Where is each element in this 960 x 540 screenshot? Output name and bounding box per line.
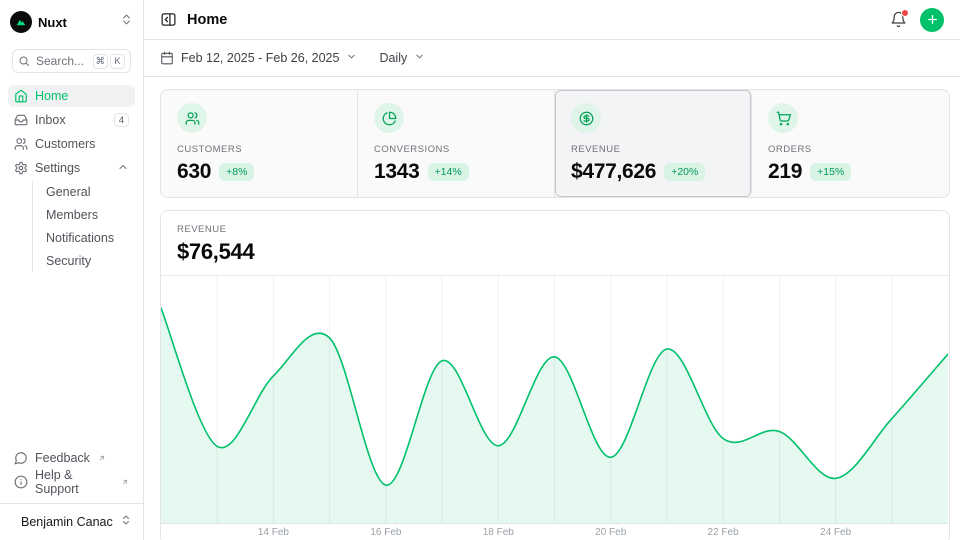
stat-delta-badge: +20%: [664, 163, 705, 181]
chevron-down-icon: [346, 51, 357, 65]
sidebar-nav: Home Inbox 4 Customers Settings: [8, 85, 135, 273]
users-icon: [14, 137, 28, 151]
sidebar-footer-links: Feedback Help & Support: [8, 447, 135, 495]
kbd-cmd: ⌘: [93, 54, 109, 69]
revenue-chart-card: REVENUE $76,544 14 Feb 16 Feb 18 Feb 20 Feb…: [160, 210, 950, 540]
stat-delta-badge: +14%: [428, 163, 469, 181]
info-circle-icon: [14, 475, 28, 489]
home-icon: [14, 89, 28, 103]
chevron-up-down-icon: [120, 13, 133, 31]
stat-card-orders[interactable]: ORDERS 219 +15%: [752, 90, 949, 197]
date-range-picker[interactable]: Feb 12, 2025 - Feb 26, 2025: [160, 51, 357, 65]
svg-text:16 Feb: 16 Feb: [370, 527, 402, 538]
workspace-name: Nuxt: [38, 15, 67, 30]
subnav-label: General: [46, 185, 90, 199]
notifications-button[interactable]: [890, 11, 907, 28]
stat-value: 630: [177, 160, 211, 184]
sidebar: Nuxt Search... ⌘ K Home: [0, 0, 144, 540]
sidebar-item-home[interactable]: Home: [8, 85, 135, 107]
add-button[interactable]: [920, 8, 944, 32]
gear-icon: [14, 161, 28, 175]
sidebar-item-label: Customers: [35, 137, 95, 151]
user-menu[interactable]: Benjamin Canac: [8, 510, 135, 534]
calendar-icon: [160, 51, 174, 65]
page-title: Home: [187, 12, 227, 28]
stat-card-customers[interactable]: CUSTOMERS 630 +8%: [161, 90, 358, 197]
sidebar-item-settings[interactable]: Settings: [8, 157, 135, 179]
users-icon: [177, 103, 207, 133]
dashboard-content: CUSTOMERS 630 +8% CONVERSIONS 1343 +14%: [144, 77, 960, 540]
stat-label: REVENUE: [571, 144, 735, 155]
pie-chart-icon: [374, 103, 404, 133]
stat-label: CONVERSIONS: [374, 144, 538, 155]
svg-text:24 Feb: 24 Feb: [820, 527, 852, 538]
granularity-value: Daily: [379, 51, 407, 65]
inbox-icon: [14, 113, 28, 127]
subnav-label: Security: [46, 254, 91, 268]
external-link-icon: [98, 451, 106, 465]
search-kbd-shortcut: ⌘ K: [93, 54, 126, 69]
main-panel: Home Feb 12, 2025 - Feb 26, 2025: [144, 0, 960, 540]
external-link-icon: [121, 475, 129, 489]
help-support-link[interactable]: Help & Support: [8, 471, 135, 493]
settings-subnav: General Members Notifications Security: [32, 181, 127, 272]
stat-value: $477,626: [571, 160, 656, 184]
dollar-circle-icon: [571, 103, 601, 133]
svg-text:18 Feb: 18 Feb: [483, 527, 515, 538]
sidebar-item-security[interactable]: Security: [33, 250, 127, 272]
stat-delta-badge: +8%: [219, 163, 254, 181]
stats-grid: CUSTOMERS 630 +8% CONVERSIONS 1343 +14%: [160, 89, 950, 198]
granularity-select[interactable]: Daily: [379, 51, 425, 65]
sidebar-item-inbox[interactable]: Inbox 4: [8, 109, 135, 131]
chat-bubble-icon: [14, 451, 28, 465]
app-window: Nuxt Search... ⌘ K Home: [0, 0, 960, 540]
stat-value: 219: [768, 160, 802, 184]
plus-icon: [926, 13, 939, 26]
search-placeholder: Search...: [36, 54, 84, 68]
sidebar-item-notifications[interactable]: Notifications: [33, 227, 127, 249]
topbar: Home: [144, 0, 960, 40]
nuxt-logo-icon: [10, 11, 32, 33]
stat-delta-badge: +15%: [810, 163, 851, 181]
filter-bar: Feb 12, 2025 - Feb 26, 2025 Daily: [144, 40, 960, 77]
svg-text:14 Feb: 14 Feb: [258, 527, 290, 538]
feedback-link[interactable]: Feedback: [8, 447, 135, 469]
chevron-down-icon: [414, 51, 425, 65]
chart-metric-value: $76,544: [177, 239, 933, 265]
stat-card-revenue[interactable]: REVENUE $477,626 +20%: [555, 90, 752, 197]
sidebar-item-label: Settings: [35, 161, 80, 175]
sidebar-collapse-button[interactable]: [160, 11, 177, 28]
stat-label: ORDERS: [768, 144, 933, 155]
svg-text:20 Feb: 20 Feb: [595, 527, 627, 538]
subnav-label: Notifications: [46, 231, 114, 245]
chevron-up-down-icon: [120, 513, 132, 531]
subnav-label: Members: [46, 208, 98, 222]
user-name: Benjamin Canac: [21, 515, 113, 529]
revenue-area-chart[interactable]: 14 Feb 16 Feb 18 Feb 20 Feb 22 Feb 24 Feb: [161, 276, 949, 540]
stat-value: 1343: [374, 160, 420, 184]
workspace-switcher[interactable]: Nuxt: [10, 8, 133, 36]
sidebar-item-members[interactable]: Members: [33, 204, 127, 226]
search-input[interactable]: Search... ⌘ K: [12, 49, 131, 73]
footer-link-label: Help & Support: [35, 468, 113, 496]
sidebar-item-label: Inbox: [35, 113, 66, 127]
sidebar-item-label: Home: [35, 89, 68, 103]
sidebar-item-customers[interactable]: Customers: [8, 133, 135, 155]
inbox-count-badge: 4: [114, 113, 129, 127]
stat-card-conversions[interactable]: CONVERSIONS 1343 +14%: [358, 90, 555, 197]
cart-icon: [768, 103, 798, 133]
chevron-up-icon: [117, 161, 129, 176]
footer-link-label: Feedback: [35, 451, 90, 465]
date-range-value: Feb 12, 2025 - Feb 26, 2025: [181, 51, 339, 65]
notification-dot: [901, 9, 909, 17]
user-section: Benjamin Canac: [0, 503, 143, 534]
stat-label: CUSTOMERS: [177, 144, 341, 155]
sidebar-item-general[interactable]: General: [33, 181, 127, 203]
kbd-k: K: [110, 54, 125, 69]
chart-metric-label: REVENUE: [177, 224, 933, 235]
svg-text:22 Feb: 22 Feb: [708, 527, 740, 538]
search-icon: [18, 55, 30, 67]
chart-header: REVENUE $76,544: [161, 211, 949, 276]
